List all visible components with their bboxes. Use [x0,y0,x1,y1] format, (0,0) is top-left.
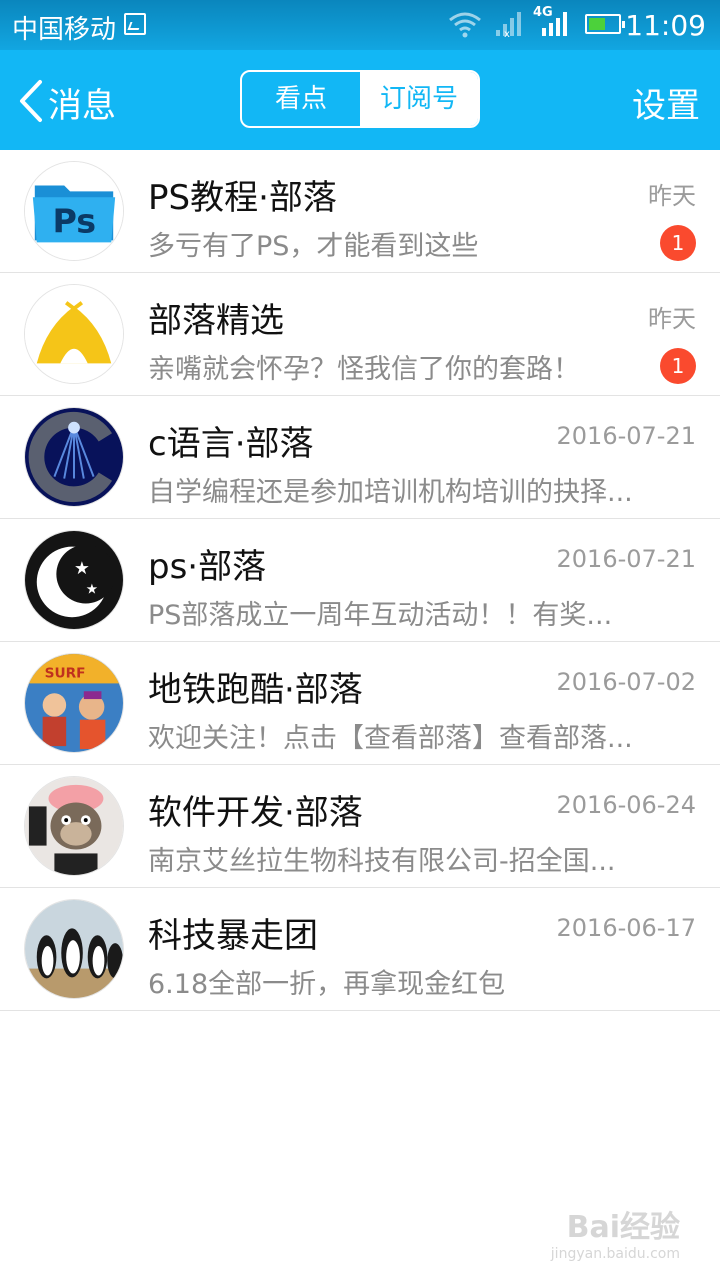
monkey-avatar [24,776,124,876]
list-item[interactable]: SURF 地铁跑酷·部落 2016-07-02 欢迎关注！点击【查看部落】查看部… [0,642,720,765]
item-message: 自学编程还是参加培训机构培训的抉择... [148,477,633,508]
signal-sim2-icon [542,12,567,36]
item-date: 2016-07-02 [556,668,696,696]
item-message: 南京艾丝拉生物科技有限公司-招全国... [148,846,616,877]
item-message: PS部落成立一周年互动活动！！有奖... [148,600,613,631]
item-message: 6.18全部一折，再拿现金红包 [148,969,506,1000]
ps-folder-avatar: Ps [24,161,124,261]
item-name: 软件开发·部落 [148,793,363,833]
signal-sim1-icon: x [496,12,521,38]
settings-button[interactable]: 设置 [632,78,700,127]
segmented-control: 看点 订阅号 [240,70,480,128]
list-item[interactable]: Ps PS教程·部落 昨天 多亏有了PS，才能看到这些 1 [0,150,720,273]
penguins-avatar [24,899,124,999]
svg-text:x: x [504,29,510,38]
image-notification-icon [124,13,146,35]
nav-bar: 消息 看点 订阅号 设置 [0,50,720,150]
item-date: 2016-07-21 [556,545,696,573]
battery-icon [585,14,625,34]
list-item[interactable]: c语言·部落 2016-07-21 自学编程还是参加培训机构培训的抉择... [0,396,720,519]
item-message: 欢迎关注！点击【查看部落】查看部落... [148,723,633,754]
wifi-icon [449,12,481,38]
item-date: 昨天 [648,182,696,210]
c-logo-avatar [24,407,124,507]
unread-badge: 1 [660,225,696,261]
svg-text:SURF: SURF [45,666,86,682]
carrier-name: 中国移动 [12,15,117,45]
watermark: Bai经验 jingyan.baidu.com [551,1202,680,1262]
item-name: 科技暴走团 [148,916,318,956]
item-message: 亲嘴就会怀孕？怪我信了你的套路！ [148,354,580,385]
status-bar: 中国移动 x 4G 11:09 [0,0,720,50]
back-button[interactable]: 消息 [48,78,116,127]
unread-badge: 1 [660,348,696,384]
item-name: ps·部落 [148,547,267,587]
list-item[interactable]: 科技暴走团 2016-06-17 6.18全部一折，再拿现金红包 [0,888,720,1011]
watermark-url: jingyan.baidu.com [550,1246,680,1262]
item-name: 部落精选 [148,301,284,341]
svg-text:★: ★ [74,559,90,579]
moon-stars-avatar: ★ ★ [24,530,124,630]
list-item[interactable]: ★ ★ ps·部落 2016-07-21 PS部落成立一周年互动活动！！有奖..… [0,519,720,642]
item-name: c语言·部落 [148,424,314,464]
subscription-list: Ps PS教程·部落 昨天 多亏有了PS，才能看到这些 1 部落精选 昨天 亲嘴… [0,150,720,1011]
tab-kandian[interactable]: 看点 [242,72,360,126]
item-message: 多亏有了PS，才能看到这些 [148,231,479,262]
item-date: 2016-06-17 [556,914,696,942]
item-date: 2016-07-21 [556,422,696,450]
tent-avatar [24,284,124,384]
list-item[interactable]: 软件开发·部落 2016-06-24 南京艾丝拉生物科技有限公司-招全国... [0,765,720,888]
tab-subscriptions[interactable]: 订阅号 [360,72,478,126]
subway-surfers-avatar: SURF [24,653,124,753]
list-item[interactable]: 部落精选 昨天 亲嘴就会怀孕？怪我信了你的套路！ 1 [0,273,720,396]
item-date: 2016-06-24 [556,791,696,819]
svg-text:★: ★ [86,582,98,598]
watermark-logo: Bai经验 [566,1210,680,1245]
item-date: 昨天 [648,305,696,333]
item-name: PS教程·部落 [148,178,337,218]
item-name: 地铁跑酷·部落 [148,670,363,710]
svg-text:Ps: Ps [52,202,96,241]
clock: 11:09 [625,9,706,42]
